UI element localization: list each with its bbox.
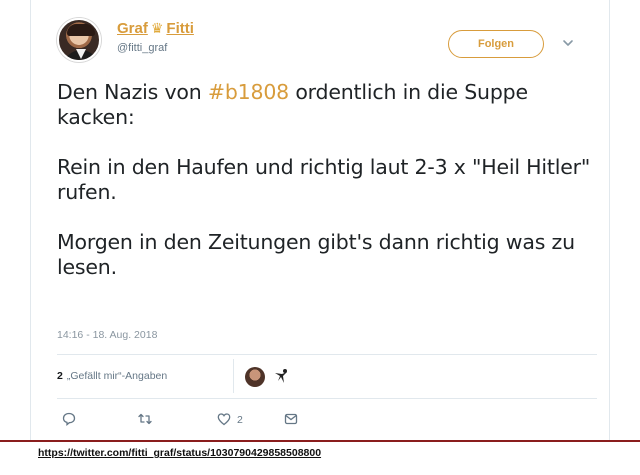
display-name-part1: Graf — [117, 20, 148, 37]
reply-button[interactable] — [61, 410, 77, 430]
like-button[interactable]: 2 — [211, 410, 243, 430]
likes-label: „Gefällt mir“-Angaben — [66, 370, 168, 382]
retweet-icon — [137, 411, 153, 430]
envelope-icon — [283, 411, 299, 430]
retweet-button[interactable] — [137, 410, 153, 430]
crown-icon: ♛ — [150, 20, 164, 36]
heart-icon — [216, 411, 232, 430]
tweet-paragraph-2: Rein in den Haufen und richtig laut 2-3 … — [57, 155, 591, 204]
profile-avatar[interactable] — [57, 18, 101, 62]
tweet-timestamp[interactable]: 14:16 - 18. Aug. 2018 — [57, 329, 157, 341]
tweet-card: Graf ♛ Fitti @fitti_graf Folgen Den Nazis … — [30, 0, 610, 440]
liker-avatar[interactable] — [245, 367, 265, 387]
likes-row: 2 „Gefällt mir“-Angaben — [57, 355, 597, 398]
tweet-paragraph-3: Morgen in den Zeitungen gibt's dann rich… — [57, 230, 575, 279]
tweet-paragraph-1: Den Nazis von #b1808 ordentlich in die S… — [57, 80, 597, 130]
tweet-text: Den Nazis von #b1808 ordentlich in die S… — [57, 80, 597, 305]
tweet-text-before-hashtag: Den Nazis von — [57, 80, 208, 104]
screenshot-frame: Graf ♛ Fitti @fitti_graf Folgen Den Nazis … — [0, 0, 640, 475]
hashtag-link[interactable]: #b1808 — [208, 80, 289, 104]
source-url-link[interactable]: https://twitter.com/fitti_graf/status/10… — [38, 447, 321, 459]
speech-bubble-icon — [61, 411, 77, 430]
avatar-hair — [67, 24, 95, 36]
divider — [57, 398, 597, 399]
likes-divider — [233, 359, 234, 393]
footer-divider — [0, 440, 640, 442]
follow-button[interactable]: Folgen — [448, 30, 544, 58]
display-name[interactable]: Graf ♛ Fitti — [117, 20, 194, 37]
likes-summary[interactable]: 2 „Gefällt mir“-Angaben — [57, 370, 167, 382]
liker-avatar[interactable] — [271, 367, 291, 387]
display-name-part2: Fitti — [166, 20, 194, 37]
like-count: 2 — [237, 414, 243, 426]
likes-count: 2 — [57, 370, 63, 382]
chevron-down-icon[interactable] — [561, 36, 575, 50]
direct-message-button[interactable] — [283, 410, 299, 430]
user-handle[interactable]: @fitti_graf — [117, 42, 167, 54]
